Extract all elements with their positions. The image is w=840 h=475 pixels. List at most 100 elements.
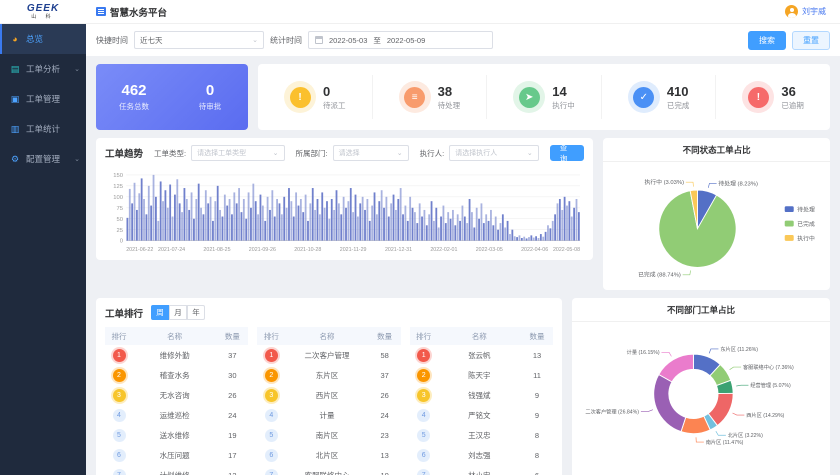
pending-doc-icon: ≡ (404, 87, 425, 108)
status-pie-svg: 待处理 (8.23%)已完成 (88.74%)执行中 (3.03%)待处理已完成… (603, 162, 830, 290)
table-row[interactable]: 4 严铭文 9 (410, 405, 553, 425)
quick-time-select[interactable]: 近七天 ⌄ (134, 31, 264, 49)
svg-text:客服联络中心 (7.36%): 客服联络中心 (7.36%) (743, 363, 794, 371)
overdue-bell-icon: ! (748, 87, 769, 108)
svg-text:南片区 (11.47%): 南片区 (11.47%) (706, 438, 744, 446)
table-row[interactable]: 2 陈天宇 11 (410, 365, 553, 385)
department-select[interactable]: 请选择 ⌄ (333, 145, 409, 161)
svg-text:执行中 (3.03%): 执行中 (3.03%) (645, 178, 685, 186)
ranking-panel: 工单排行 周月年 排行名称数量1 维修外勤 372 稽查水务 303 无水咨询 … (96, 298, 562, 475)
rank-name: 计划维修 (133, 470, 216, 475)
period-toggle-月[interactable]: 月 (169, 305, 187, 320)
svg-text:2021-11-29: 2021-11-29 (340, 247, 367, 253)
chevron-down-icon: ⌄ (74, 155, 80, 163)
table-row[interactable]: 3 钱强斌 9 (410, 385, 553, 405)
rank-name: 计量 (285, 410, 368, 421)
ranking-tables: 排行名称数量1 维修外勤 372 稽查水务 303 无水咨询 264 运维巡检 … (105, 327, 553, 475)
rank-name: 东片区 (285, 370, 368, 381)
sidebar-item-order-manage[interactable]: ▣ 工单管理 (0, 84, 86, 114)
rank-badge: 3 (265, 389, 278, 402)
stat-value: 0 (323, 84, 346, 99)
sidebar-item-order-stats[interactable]: ▥ 工单统计 (0, 114, 86, 144)
table-row[interactable]: 6 水压问题 17 (105, 445, 248, 465)
table-row[interactable]: 7 林小安 6 (410, 465, 553, 475)
rank-qty: 11 (521, 371, 553, 380)
dept-donut-panel: 不同部门工单占比 东片区 (11.26%)客服联络中心 (7.36%)经营管理 … (572, 298, 830, 475)
table-row[interactable]: 1 二次客户管理 58 (257, 345, 400, 365)
rank-badge: 7 (113, 469, 126, 475)
table-row[interactable]: 3 无水咨询 26 (105, 385, 248, 405)
rank-qty: 8 (521, 451, 553, 460)
column-header: 名称 (133, 331, 216, 342)
reset-button[interactable]: 重置 (792, 31, 830, 50)
rank-badge: 4 (265, 409, 278, 422)
main-content: 462 任务总数 0 待审批 ! 0 待派工 ≡ 38 待处理 ➤ 14 (86, 56, 840, 475)
rank-badge: 1 (113, 349, 126, 362)
table-row[interactable]: 7 计划维修 12 (105, 465, 248, 475)
sidebar-item-overview[interactable]: ◕ 总览 (0, 24, 86, 54)
rank-name: 陈天宇 (438, 370, 521, 381)
rank-name: 二次客户管理 (285, 350, 368, 361)
date-from[interactable]: 2022-05-03 (329, 36, 367, 45)
table-row[interactable]: 1 维修外勤 37 (105, 345, 248, 365)
chevron-down-icon: ⌄ (391, 149, 403, 157)
svg-text:计量 (16.15%): 计量 (16.15%) (627, 348, 660, 356)
logo-subtext: 山 科 (31, 13, 54, 20)
config-icon: ⚙ (10, 154, 20, 165)
order-type-select[interactable]: 请选择工单类型 ⌄ (191, 145, 284, 161)
app-title-icon (96, 7, 106, 16)
table-row[interactable]: 6 北片区 13 (257, 445, 400, 465)
rank-name: 西片区 (285, 390, 368, 401)
rank-qty: 24 (216, 411, 248, 420)
avatar[interactable] (785, 5, 798, 18)
rank-badge: 3 (113, 389, 126, 402)
table-row[interactable]: 4 计量 24 (257, 405, 400, 425)
svg-text:2021-06-22: 2021-06-22 (126, 247, 153, 253)
column-header: 排行 (257, 331, 285, 342)
executor-select[interactable]: 请选择执行人 ⌄ (449, 145, 539, 161)
rank-table-header: 排行名称数量 (410, 327, 553, 345)
sidebar-item-label: 工单管理 (26, 93, 60, 105)
sidebar-item-config[interactable]: ⚙ 配置管理 ⌄ (0, 144, 86, 174)
rank-badge: 3 (417, 389, 430, 402)
table-row[interactable]: 5 南片区 23 (257, 425, 400, 445)
table-row[interactable]: 4 运维巡检 24 (105, 405, 248, 425)
rank-badge: 1 (265, 349, 278, 362)
table-row[interactable]: 5 王汉忠 8 (410, 425, 553, 445)
bar-chart-svg: 02550751001251502021-06-222021-07-242021… (105, 166, 584, 258)
trend-panel: 工单趋势 工单类型: 请选择工单类型 ⌄ 所属部门: 请选择 ⌄ 执行人: 请选… (96, 138, 593, 260)
table-row[interactable]: 3 西片区 26 (257, 385, 400, 405)
rank-qty: 6 (521, 471, 553, 475)
search-button[interactable]: 搜索 (748, 31, 786, 50)
sidebar-item-label: 工单分析 (26, 63, 60, 75)
table-row[interactable]: 6 刘志强 8 (410, 445, 553, 465)
rank-qty: 9 (521, 411, 553, 420)
user-menu[interactable]: 刘宇威 (785, 5, 826, 18)
department-label: 所属部门: (296, 148, 328, 159)
rank-name: 水压问题 (133, 450, 216, 461)
user-name[interactable]: 刘宇威 (802, 6, 826, 17)
date-range-picker[interactable]: 2022-05-03 至 2022-05-09 (308, 31, 493, 49)
rank-badge: 2 (265, 369, 278, 382)
period-toggle-年[interactable]: 年 (187, 305, 205, 320)
period-toggle-周[interactable]: 周 (151, 305, 169, 320)
table-row[interactable]: 2 东片区 37 (257, 365, 400, 385)
rank-qty: 10 (369, 471, 401, 475)
rank-name: 南片区 (285, 430, 368, 441)
table-row[interactable]: 7 客服联络中心 10 (257, 465, 400, 475)
rank-name: 王汉忠 (438, 430, 521, 441)
svg-text:50: 50 (117, 217, 124, 223)
quick-time-label: 快捷时间 (96, 35, 128, 46)
dept-donut-chart: 东片区 (11.26%)客服联络中心 (7.36%)经营管理 (5.07%)西片… (572, 322, 830, 462)
svg-text:已完成 (88.74%): 已完成 (88.74%) (638, 271, 681, 279)
rank-qty: 26 (216, 391, 248, 400)
sidebar-item-order-analysis[interactable]: ▤ 工单分析 ⌄ (0, 54, 86, 84)
table-row[interactable]: 2 稽查水务 30 (105, 365, 248, 385)
manage-icon: ▣ (10, 94, 20, 105)
table-row[interactable]: 1 张云帆 13 (410, 345, 553, 365)
column-header: 数量 (369, 331, 401, 342)
date-to[interactable]: 2022-05-09 (387, 36, 425, 45)
rank-name: 严铭文 (438, 410, 521, 421)
table-row[interactable]: 5 送水维修 19 (105, 425, 248, 445)
query-button[interactable]: 查询 (550, 145, 585, 161)
